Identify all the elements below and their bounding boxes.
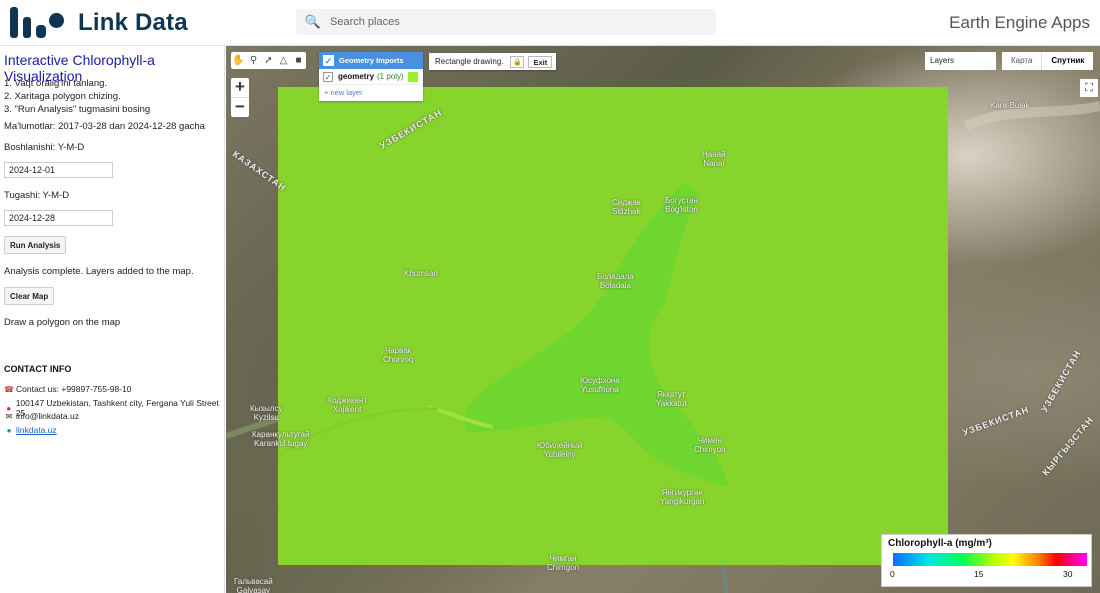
instruction-step: 3. "Run Analysis" tugmasini bosing [4,104,151,115]
marker-tool-icon[interactable]: ⚲ [246,52,261,69]
logo-icon [10,7,66,39]
checkbox-icon[interactable]: ✓ [323,55,334,66]
map-label: Kara-Bulak [990,101,1030,110]
website-link[interactable]: linkdata.uz [16,425,57,435]
map-label: Нанай Nanai [702,150,726,168]
logo[interactable]: Link Data [10,7,188,39]
polygon-tool-icon[interactable]: △ [276,52,291,69]
instruction-step: 2. Xaritaga polygon chizing. [4,91,121,102]
end-date-input[interactable] [4,210,113,226]
hand-tool-icon[interactable]: ✋ [231,52,246,69]
new-layer-link[interactable]: + new layer [319,85,423,100]
run-analysis-button[interactable]: Run Analysis [4,236,67,254]
start-date-input[interactable] [4,162,113,178]
legend-tick: 0 [890,569,895,579]
fullscreen-icon[interactable]: ⛶ [1080,79,1098,97]
map-label: Чарвак Chorvoq [383,346,414,364]
checkbox-icon[interactable]: ✓ [323,71,333,82]
rectangle-drawing-label: Rectangle drawing. [435,57,504,66]
logo-text: Link Data [78,9,188,36]
drawing-toolbar: ✋ ⚲ ➚ △ ■ [231,52,306,69]
rectangle-tool-icon[interactable]: ■ [291,52,306,69]
line-tool-icon[interactable]: ➚ [261,52,276,69]
geometry-imports-header[interactable]: ✓ Geometry Imports [319,52,423,69]
app-title[interactable]: Earth Engine Apps [949,13,1090,33]
globe-icon: ● [6,425,12,435]
clear-map-button[interactable]: Clear Map [4,287,55,305]
map-label: Khumsan [404,269,438,278]
zoom-out-button[interactable]: − [231,98,249,117]
map-label: Сиджак Sidzhak [612,198,641,216]
mail-icon: ✉ [5,411,13,421]
legend-tick: 30 [1063,569,1073,579]
layers-dropdown[interactable]: Layers [925,52,996,70]
geometry-layer-row[interactable]: ✓ geometry (1 poly) [319,69,423,85]
map-label: Чимён Chimyon [694,436,726,454]
contact-title: CONTACT INFO [4,364,72,374]
map-canvas[interactable]: Kara-Bulak Нанай Nanai Сиджак Sidzhak Бо… [226,46,1100,593]
data-range-text: Ma'lumotlar: 2017-03-28 dan 2024-12-28 g… [4,121,205,132]
zoom-in-button[interactable]: + [231,78,249,97]
search-icon: 🔍 [304,14,322,29]
rectangle-drawing-bar: Rectangle drawing. 🔒 Exit [429,53,557,70]
map-label: Чимган Chimgon [547,554,580,572]
map-type-control: Карта Спутник [1002,52,1094,70]
search-box[interactable]: 🔍 [296,9,716,35]
map-label: Ходжикент Xojikent [327,396,368,414]
legend-color-bar [893,553,1087,566]
app-header: Link Data 🔍 Earth Engine Apps [0,0,1100,46]
geometry-imports-panel: ✓ Geometry Imports ✓ geometry (1 poly) +… [319,52,423,101]
hint-text: Draw a polygon on the map [4,317,121,328]
map-label: Юсуфхона Yusufhona [580,376,620,394]
control-panel: Interactive Chlorophyll-a Visualization … [0,46,225,593]
reservoir-layer [278,182,728,487]
search-input[interactable] [330,16,700,28]
contact-website: ● linkdata.uz [4,425,57,435]
map-label: Кызылсу Kyzilsu [250,404,283,422]
lock-icon[interactable]: 🔒 [510,55,525,68]
instruction-step: 1. Vaqt oralig'ini tanlang. [4,78,108,89]
instructions: 1. Vaqt oralig'ini tanlang. 2. Xaritaga … [4,77,150,116]
start-date-label: Boshlanishi: Y-M-D [4,142,85,153]
map-label: Боладала Boladala [597,272,634,290]
exit-button[interactable]: Exit [528,55,553,68]
map-label: Гальвасай Galvasay [234,577,273,593]
phone-icon: ☎ [4,384,14,394]
map-label: Яккатут Yakkatut [656,390,687,408]
contact-phone: ☎ Contact us: +99897-755-98-10 [4,384,132,394]
map-type-map-button[interactable]: Карта [1002,52,1041,70]
chlorophyll-legend: Chlorophyll-a (mg/m³) 0 15 30 [881,534,1092,587]
end-date-label: Tugashi: Y-M-D [4,190,70,201]
zoom-control: + − [231,78,249,117]
contact-email: ✉ info@linkdata.uz [5,411,79,421]
map-label: Янгикурган Yangikurgan [660,488,705,506]
map-type-satellite-button[interactable]: Спутник [1041,52,1093,70]
map-label: Богустан Bog'iston [665,196,698,214]
status-text: Analysis complete. Layers added to the m… [4,266,194,277]
legend-tick: 15 [974,569,984,579]
map-label: Юбилейный Yubileiny [537,441,583,459]
layer-color-swatch[interactable] [407,71,418,82]
map-label: Каранкультугай Karankul tugay [252,430,310,448]
legend-title: Chlorophyll-a (mg/m³) [888,538,992,549]
